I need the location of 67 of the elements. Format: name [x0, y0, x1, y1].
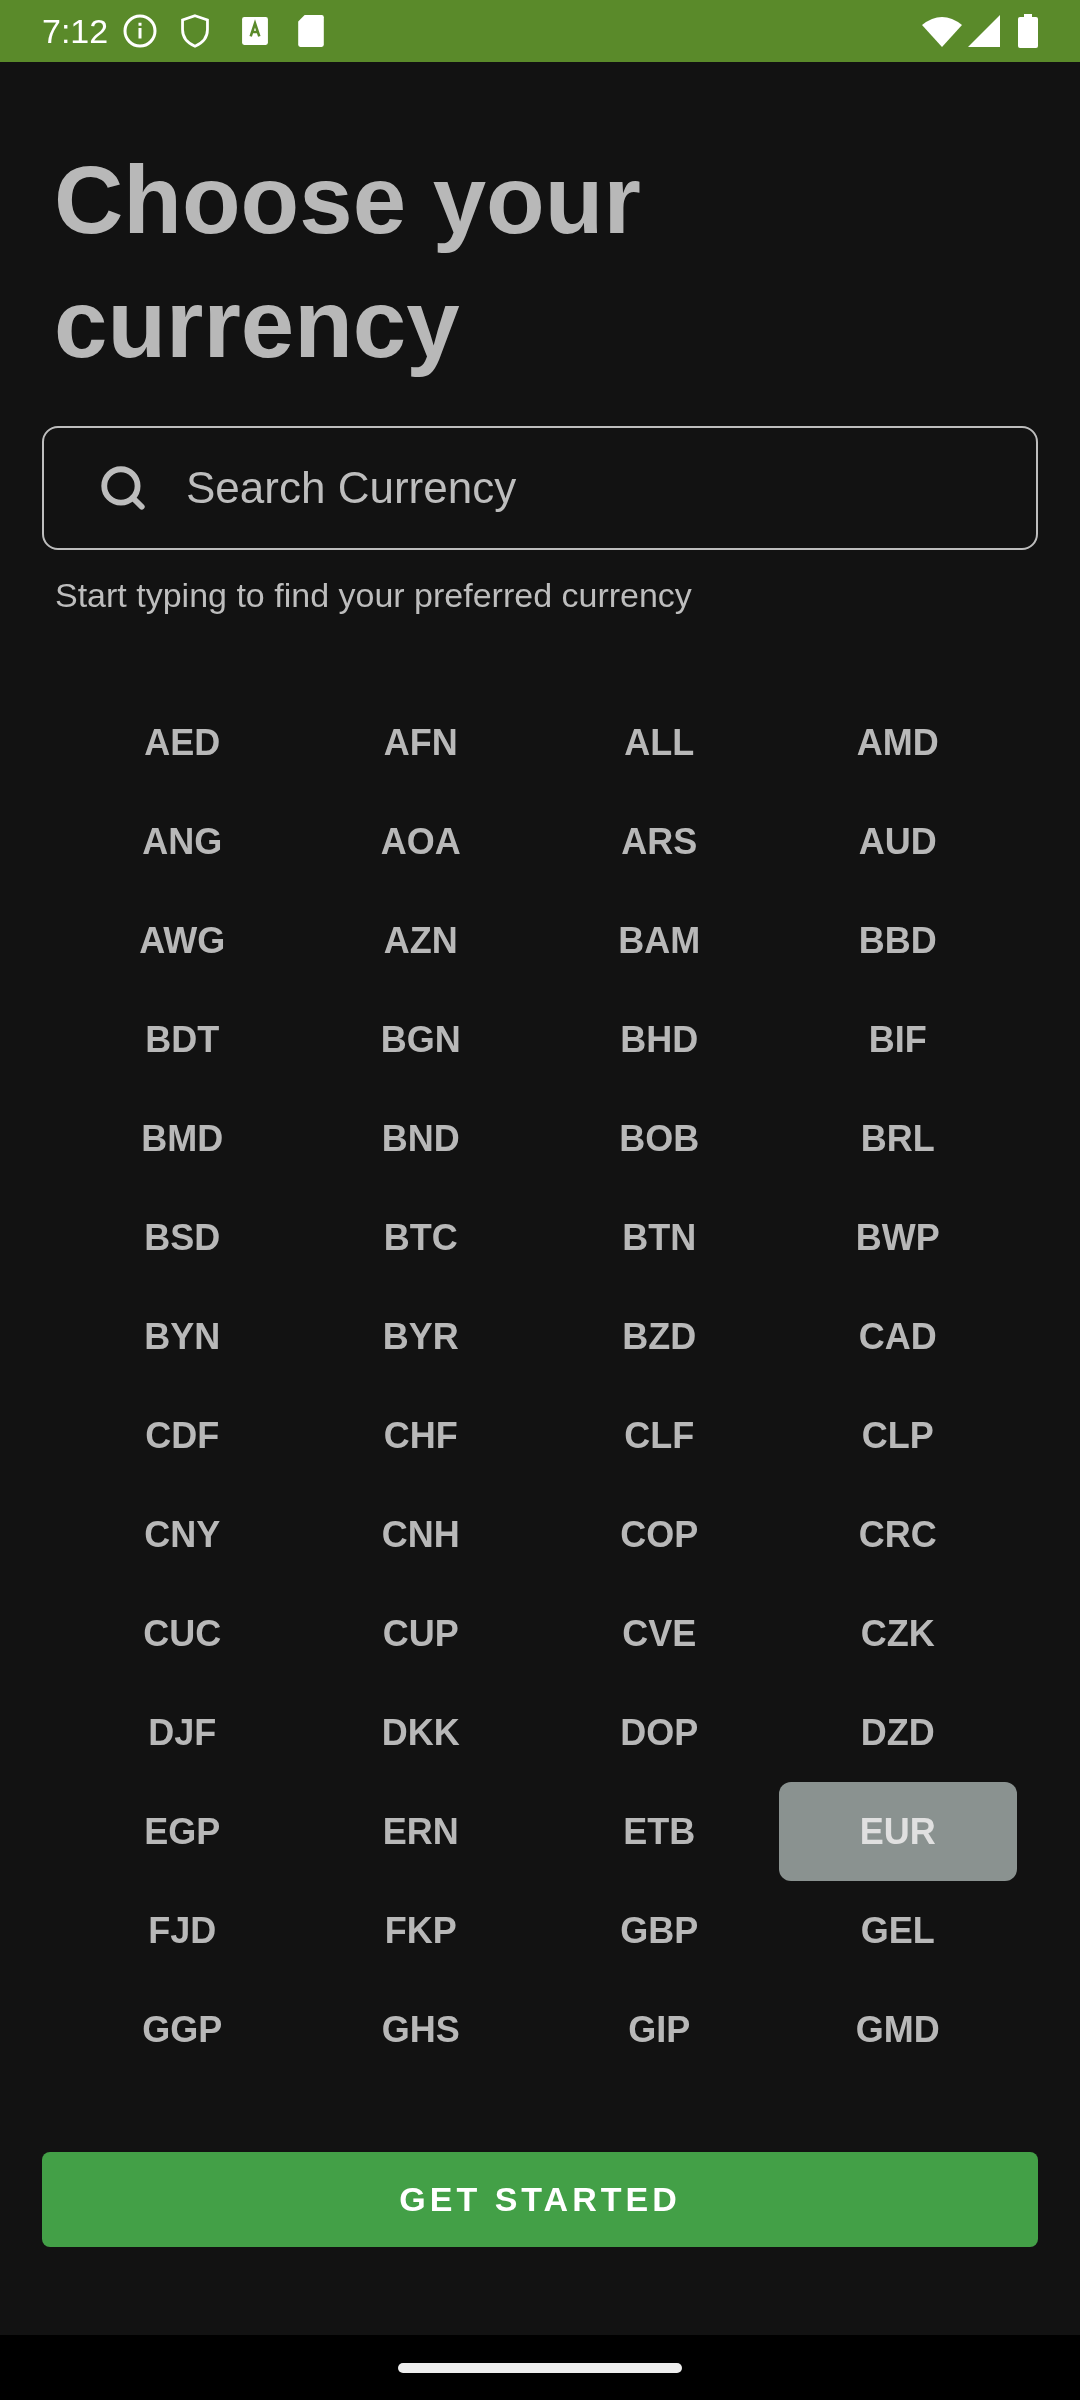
currency-option[interactable]: AED — [63, 693, 302, 792]
currency-option[interactable]: ALL — [540, 693, 779, 792]
currency-option[interactable]: AOA — [301, 792, 540, 891]
currency-option[interactable]: BWP — [778, 1188, 1017, 1287]
currency-option[interactable]: CZK — [778, 1584, 1017, 1683]
currency-option[interactable]: AMD — [778, 693, 1017, 792]
font-box-icon — [242, 17, 269, 45]
currency-option[interactable]: CHF — [301, 1386, 540, 1485]
currency-option[interactable]: BIF — [778, 990, 1017, 1089]
currency-option[interactable]: CRC — [778, 1485, 1017, 1584]
currency-option[interactable]: EGP — [63, 1782, 302, 1881]
currency-option[interactable]: BBD — [778, 891, 1017, 990]
currency-option[interactable]: BHD — [540, 990, 779, 1089]
home-handle[interactable] — [398, 2362, 682, 2373]
currency-option[interactable]: CAD — [778, 1287, 1017, 1386]
currency-option[interactable]: CUP — [301, 1584, 540, 1683]
currency-option[interactable]: BZD — [540, 1287, 779, 1386]
currency-option[interactable]: AZN — [301, 891, 540, 990]
currency-option[interactable]: ARS — [540, 792, 779, 891]
currency-option[interactable]: ERN — [301, 1782, 540, 1881]
currency-option[interactable]: BGN — [301, 990, 540, 1089]
status-time: 7:12 — [42, 10, 109, 52]
currency-option[interactable]: GHS — [301, 1980, 540, 2079]
currency-option[interactable]: BRL — [778, 1089, 1017, 1188]
currency-option[interactable]: CVE — [540, 1584, 779, 1683]
currency-option[interactable]: BND — [301, 1089, 540, 1188]
currency-option[interactable]: ETB — [540, 1782, 779, 1881]
currency-option[interactable]: BAM — [540, 891, 779, 990]
currency-option[interactable]: AFN — [301, 693, 540, 792]
helper-text: Start typing to find your preferred currency — [55, 575, 693, 616]
signal-icon — [968, 15, 1000, 47]
currency-option[interactable]: BTC — [301, 1188, 540, 1287]
currency-option[interactable]: AUD — [778, 792, 1017, 891]
currency-option[interactable]: CNY — [63, 1485, 302, 1584]
currency-option[interactable]: DZD — [778, 1683, 1017, 1782]
currency-option[interactable]: BTN — [540, 1188, 779, 1287]
currency-option[interactable]: AWG — [63, 891, 302, 990]
currency-option[interactable]: CUC — [63, 1584, 302, 1683]
currency-option[interactable]: FKP — [301, 1881, 540, 1980]
currency-option[interactable]: CDF — [63, 1386, 302, 1485]
currency-option[interactable]: GEL — [778, 1881, 1017, 1980]
currency-option[interactable]: DKK — [301, 1683, 540, 1782]
currency-option[interactable]: BDT — [63, 990, 302, 1089]
currency-option[interactable]: CLF — [540, 1386, 779, 1485]
currency-option[interactable]: BSD — [63, 1188, 302, 1287]
currency-option[interactable]: DOP — [540, 1683, 779, 1782]
currency-option[interactable]: CLP — [778, 1386, 1017, 1485]
currency-option[interactable]: CNH — [301, 1485, 540, 1584]
currency-option[interactable]: BYR — [301, 1287, 540, 1386]
info-icon — [122, 13, 159, 49]
currency-option[interactable]: BMD — [63, 1089, 302, 1188]
currency-option[interactable]: ANG — [63, 792, 302, 891]
search-icon — [98, 463, 148, 513]
search-field[interactable]: Search Currency — [42, 426, 1038, 550]
currency-option[interactable]: DJF — [63, 1683, 302, 1782]
currency-option[interactable]: GMD — [778, 1980, 1017, 2079]
page-title: Choose your currency — [53, 145, 642, 379]
currency-option[interactable]: FJD — [63, 1881, 302, 1980]
wifi-icon — [922, 15, 962, 47]
sd-card-icon — [298, 15, 325, 47]
currency-option[interactable]: GBP — [540, 1881, 779, 1980]
currency-option[interactable]: BOB — [540, 1089, 779, 1188]
currency-option[interactable]: GIP — [540, 1980, 779, 2079]
currency-option[interactable]: GGP — [63, 1980, 302, 2079]
currency-option[interactable]: COP — [540, 1485, 779, 1584]
currency-option[interactable]: BYN — [63, 1287, 302, 1386]
battery-icon — [1018, 14, 1038, 48]
